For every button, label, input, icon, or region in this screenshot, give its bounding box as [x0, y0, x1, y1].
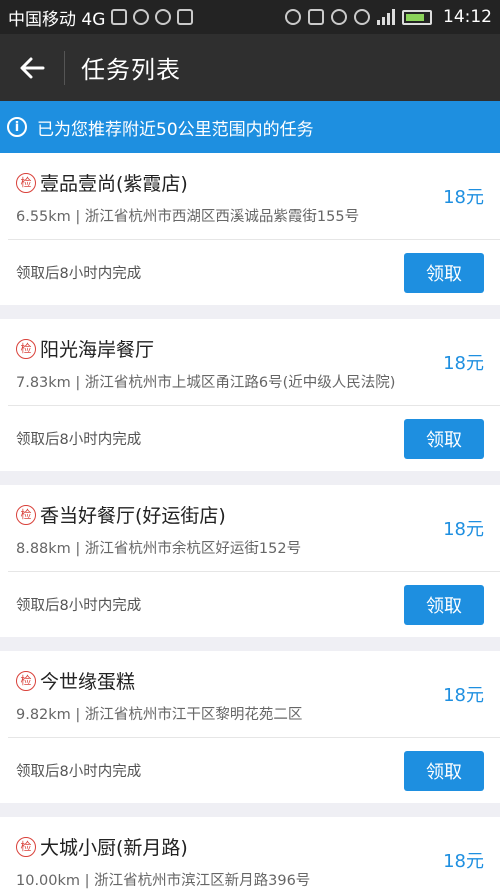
task-deadline: 领取后8小时内完成: [16, 764, 142, 780]
task-price: 18元: [443, 685, 484, 706]
task-price: 18元: [443, 519, 484, 540]
task-card[interactable]: 检 香当好餐厅(好运街店) 8.88km | 浙江省杭州市余杭区好运街152号 …: [0, 485, 500, 637]
notice-banner: i 已为您推荐附近50公里范围内的任务: [0, 101, 500, 153]
arrow-left-icon: [20, 57, 45, 78]
inspect-badge-icon: 检: [16, 504, 36, 525]
alarm-icon: [331, 9, 347, 25]
task-deadline: 领取后8小时内完成: [16, 266, 142, 282]
task-address: 9.82km | 浙江省杭州市江干区黎明花苑二区: [16, 707, 303, 723]
task-price: 18元: [443, 353, 484, 374]
task-card[interactable]: 检 壹品壹尚(紫霞店) 6.55km | 浙江省杭州市西湖区西溪诚品紫霞街155…: [0, 153, 500, 305]
task-address: 6.55km | 浙江省杭州市西湖区西溪诚品紫霞街155号: [16, 209, 360, 225]
claim-button[interactable]: 领取: [404, 750, 484, 791]
info-icon: i: [7, 117, 27, 137]
task-card[interactable]: 检 今世缘蛋糕 9.82km | 浙江省杭州市江干区黎明花苑二区 18元 领取后…: [0, 651, 500, 803]
task-name: 大城小厨(新月路): [40, 837, 188, 859]
inspect-badge-icon: 检: [16, 836, 36, 857]
headphones-icon: [285, 9, 301, 25]
page-title: 任务列表: [81, 56, 181, 84]
cloud-icon: [133, 9, 150, 25]
vpn-icon: [155, 9, 172, 25]
task-address: 8.88km | 浙江省杭州市余杭区好运街152号: [16, 541, 302, 557]
task-address: 7.83km | 浙江省杭州市上城区甬江路6号(近中级人民法院): [16, 375, 396, 391]
app-bar: 任务列表: [0, 34, 500, 101]
task-name: 壹品壹尚(紫霞店): [40, 173, 188, 195]
back-button[interactable]: [0, 34, 64, 101]
image-icon: [111, 9, 128, 25]
task-deadline: 领取后8小时内完成: [16, 598, 142, 614]
status-bar: 中国移动 4G 14:12: [0, 0, 500, 34]
wifi-icon: [354, 9, 370, 25]
task-name: 今世缘蛋糕: [40, 671, 136, 693]
vibrate-icon: [308, 9, 324, 25]
claim-button[interactable]: 领取: [404, 418, 484, 459]
inspect-badge-icon: 检: [16, 172, 36, 193]
task-name: 香当好餐厅(好运街店): [40, 505, 226, 527]
battery-icon: [402, 9, 432, 25]
clock: 14:12: [443, 7, 492, 27]
android-icon: [177, 9, 194, 25]
task-address: 10.00km | 浙江省杭州市滨江区新月路396号: [16, 873, 311, 889]
claim-button[interactable]: 领取: [404, 584, 484, 625]
signal-icon: [377, 9, 395, 25]
inspect-badge-icon: 检: [16, 670, 36, 691]
inspect-badge-icon: 检: [16, 338, 36, 359]
task-deadline: 领取后8小时内完成: [16, 432, 142, 448]
task-price: 18元: [443, 851, 484, 872]
notice-text: 已为您推荐附近50公里范围内的任务: [37, 119, 314, 140]
task-card[interactable]: 检 阳光海岸餐厅 7.83km | 浙江省杭州市上城区甬江路6号(近中级人民法院…: [0, 319, 500, 471]
task-list: 检 壹品壹尚(紫霞店) 6.55km | 浙江省杭州市西湖区西溪诚品紫霞街155…: [0, 153, 500, 889]
claim-button[interactable]: 领取: [404, 252, 484, 293]
task-name: 阳光海岸餐厅: [40, 339, 155, 361]
task-price: 18元: [443, 187, 484, 208]
carrier-label: 中国移动 4G: [8, 9, 106, 30]
task-card[interactable]: 检 大城小厨(新月路) 10.00km | 浙江省杭州市滨江区新月路396号 1…: [0, 817, 500, 889]
